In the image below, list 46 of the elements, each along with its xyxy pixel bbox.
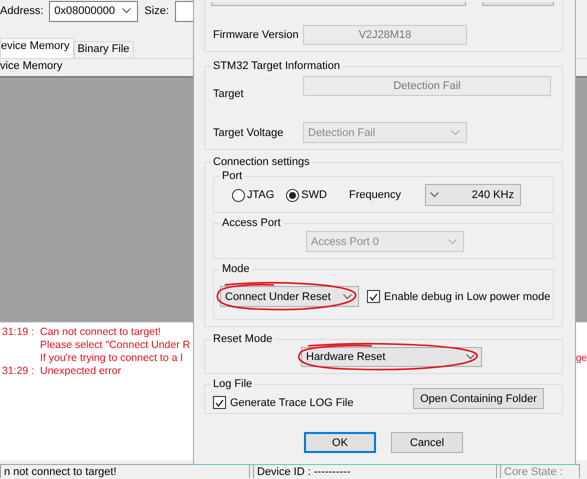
caret-icon xyxy=(448,238,457,244)
address-dropdown[interactable]: 0x08000000 xyxy=(49,0,138,22)
size-label: Size: xyxy=(144,5,169,17)
target-label: Target xyxy=(213,88,245,100)
log-message: Unexpected error xyxy=(40,365,122,378)
log-message: ge xyxy=(576,352,587,365)
log-message: If you're trying to connect to a l xyxy=(40,352,183,365)
group-title: Reset Mode xyxy=(212,333,274,345)
cancel-button[interactable]: Cancel xyxy=(391,432,463,453)
frequency-dropdown[interactable]: 240 KHz xyxy=(424,184,521,206)
ok-button[interactable]: OK xyxy=(304,432,376,453)
radio-button[interactable] xyxy=(286,188,300,202)
tab[interactable]: Binary File xyxy=(74,41,134,58)
checkbox-label[interactable]: Enable debug in Low power mode xyxy=(384,290,550,302)
log-message: Please select "Connect Under R xyxy=(40,339,190,352)
checkbox[interactable] xyxy=(367,290,380,303)
open-folder-button[interactable]: Open Containing Folder xyxy=(413,388,544,409)
checkbox-label[interactable]: Generate Trace LOG File xyxy=(230,396,354,408)
log-message: Can not connect to target! xyxy=(40,326,161,339)
mode-dropdown[interactable]: Connect Under Reset xyxy=(220,286,359,307)
panel-header: vice Memory xyxy=(0,60,62,72)
group-title: Log File xyxy=(212,378,254,390)
radio-label[interactable]: JTAG xyxy=(247,189,274,201)
checkbox[interactable] xyxy=(213,396,226,409)
frequency-label: Frequency xyxy=(348,189,401,201)
target-field: Detection Fail xyxy=(303,76,551,96)
caret-icon xyxy=(451,130,460,136)
group-title: Mode xyxy=(221,263,251,275)
caret-icon xyxy=(122,8,132,14)
log-time: 31:29 : xyxy=(1,365,36,378)
firmware-field: V2J28M18 xyxy=(303,25,467,45)
caret-icon xyxy=(343,294,352,300)
target-voltage-label: Target Voltage xyxy=(213,126,284,138)
firmware-label: Firmware Version xyxy=(213,29,300,41)
tab[interactable]: evice Memory xyxy=(0,38,74,58)
radio-button[interactable] xyxy=(232,188,245,202)
group-title: Connection settings xyxy=(212,156,311,168)
caret-icon xyxy=(466,354,475,360)
group-title: STM32 Target Information xyxy=(212,60,341,72)
caret-icon xyxy=(430,192,439,198)
log-time: 31:19 : xyxy=(1,326,36,339)
address-label: Address: xyxy=(0,5,44,17)
radio-label[interactable]: SWD xyxy=(301,189,327,201)
group-title: Access Port xyxy=(221,217,282,229)
group-title: Port xyxy=(221,170,244,182)
reset-mode-dropdown[interactable]: Hardware Reset xyxy=(301,347,482,367)
